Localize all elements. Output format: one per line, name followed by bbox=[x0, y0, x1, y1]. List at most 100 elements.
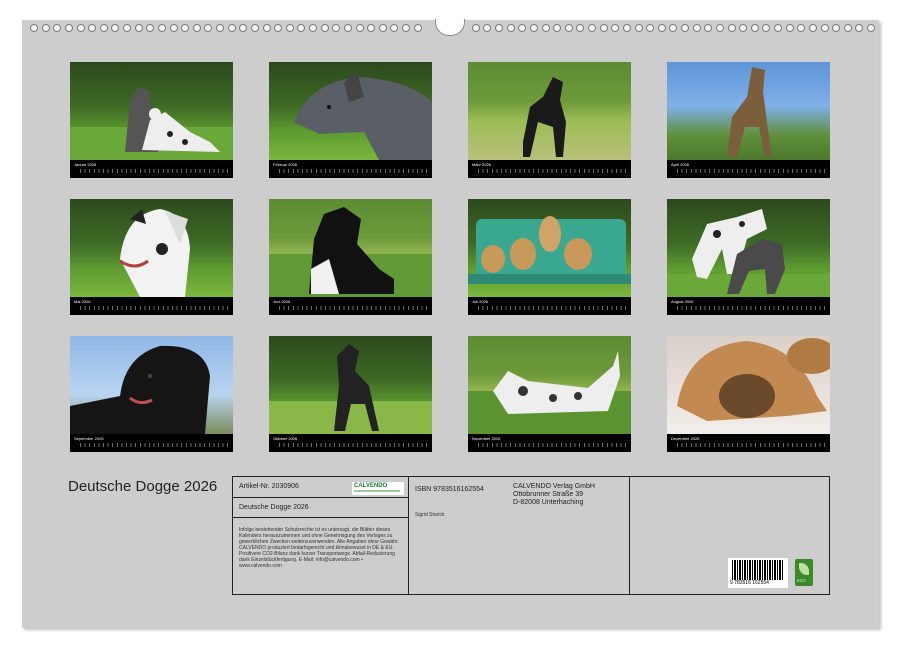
binding-ring bbox=[297, 24, 306, 32]
binding-ring bbox=[332, 24, 341, 32]
dog-photo bbox=[269, 62, 432, 160]
legal-text: Infolge bestehender Schutzrechte ist es … bbox=[239, 527, 399, 569]
day-strip bbox=[677, 169, 826, 173]
month-caption: Mai 2026 bbox=[74, 299, 91, 304]
dog-photo bbox=[70, 62, 233, 160]
binding-ring bbox=[704, 24, 713, 32]
month-caption: Juli 2026 bbox=[472, 299, 489, 304]
dog-photo bbox=[70, 336, 233, 434]
article-number: Artikel-Nr. 2030906 bbox=[239, 483, 299, 490]
info-box: Artikel-Nr. 2030906 CALVENDO Deutsche Do… bbox=[232, 476, 830, 595]
binding-ring bbox=[820, 24, 829, 32]
month-tile-9: September 2026 bbox=[70, 336, 233, 452]
binding-ring bbox=[146, 24, 155, 32]
binding-ring bbox=[169, 24, 178, 32]
binding-ring bbox=[390, 24, 399, 32]
binding-ring bbox=[343, 24, 352, 32]
name-row: Deutsche Dogge 2026 bbox=[233, 498, 408, 518]
day-strip bbox=[80, 169, 229, 173]
binding-ring bbox=[216, 24, 224, 32]
binding-ring bbox=[715, 24, 724, 32]
binding-ring bbox=[495, 24, 503, 32]
binding-ring bbox=[262, 24, 271, 32]
dog-photo bbox=[667, 62, 830, 160]
month-caption: Dezember 2026 bbox=[671, 436, 700, 441]
dog-photo bbox=[269, 336, 432, 434]
binding-ring bbox=[53, 24, 62, 32]
month-tile-1: Januar 2026 bbox=[70, 62, 233, 178]
binding-ring bbox=[111, 24, 120, 32]
binding-ring bbox=[588, 24, 596, 32]
day-strip bbox=[677, 306, 826, 310]
month-caption: November 2026 bbox=[472, 436, 501, 441]
binding-ring bbox=[529, 24, 538, 32]
day-strip bbox=[279, 169, 428, 173]
binding-ring bbox=[727, 24, 736, 32]
month-caption: April 2026 bbox=[671, 162, 690, 167]
month-tile-2: Februar 2026 bbox=[269, 62, 432, 178]
binding-ring bbox=[797, 24, 806, 32]
publisher-city: D-82008 Unterhaching bbox=[513, 499, 584, 506]
binding-ring bbox=[483, 24, 492, 32]
publisher-name: CALVENDO Verlag GmbH bbox=[513, 483, 595, 490]
month-caption: Oktober 2026 bbox=[273, 436, 298, 441]
binding-ring bbox=[762, 24, 771, 32]
binding-ring bbox=[867, 24, 875, 32]
binding-rings bbox=[30, 24, 875, 34]
month-caption: Januar 2026 bbox=[74, 162, 97, 167]
binding-ring bbox=[669, 24, 678, 32]
month-tile-3: März 2026 bbox=[468, 62, 631, 178]
binding-ring bbox=[599, 24, 608, 32]
binding-ring bbox=[41, 24, 50, 32]
binding-ring bbox=[553, 24, 562, 32]
binding-ring bbox=[657, 24, 666, 32]
month-caption: August 2026 bbox=[671, 299, 694, 304]
barcode-number: 9 783516 162554 bbox=[730, 580, 769, 586]
binding-ring bbox=[739, 24, 748, 32]
binding-ring bbox=[157, 24, 166, 32]
month-caption: Juni 2026 bbox=[273, 299, 291, 304]
binding-ring bbox=[355, 24, 364, 32]
binding-ring bbox=[611, 24, 620, 32]
eco-icon: ECO bbox=[795, 559, 813, 586]
binding-ring bbox=[564, 24, 573, 32]
month-tile-5: Mai 2026 bbox=[70, 199, 233, 315]
day-strip bbox=[279, 443, 428, 447]
binding-ring bbox=[123, 24, 131, 32]
dog-photo bbox=[667, 199, 830, 297]
day-strip bbox=[80, 306, 229, 310]
logo-text: CALVENDO bbox=[354, 483, 388, 489]
month-tile-6: Juni 2026 bbox=[269, 199, 432, 315]
binding-ring bbox=[204, 24, 213, 32]
binding-ring bbox=[181, 24, 190, 32]
info-column-article: Artikel-Nr. 2030906 CALVENDO Deutsche Do… bbox=[233, 477, 409, 594]
binding-ring bbox=[622, 24, 631, 32]
day-strip bbox=[478, 306, 627, 310]
month-caption: September 2026 bbox=[74, 436, 104, 441]
publisher-street: Ottobrunner Straße 39 bbox=[513, 491, 584, 498]
binding-ring bbox=[227, 24, 236, 32]
binding-ring bbox=[30, 24, 38, 32]
binding-ring bbox=[378, 24, 387, 32]
binding-ring bbox=[309, 24, 317, 32]
binding-ring bbox=[843, 24, 852, 32]
binding-ring bbox=[832, 24, 841, 32]
binding-ring bbox=[692, 24, 701, 32]
month-tile-11: November 2026 bbox=[468, 336, 631, 452]
month-tile-12: Dezember 2026 bbox=[667, 336, 830, 452]
binding-ring bbox=[239, 24, 248, 32]
dog-photo bbox=[269, 199, 432, 297]
publisher-address: CALVENDO Verlag GmbH Ottobrunner Straße … bbox=[513, 483, 595, 507]
dog-photo bbox=[667, 336, 830, 434]
binding-ring bbox=[134, 24, 143, 32]
binding-ring bbox=[855, 24, 864, 32]
author: Sigrid Starick bbox=[415, 512, 445, 518]
binding-ring bbox=[471, 24, 480, 32]
binding-ring bbox=[774, 24, 782, 32]
month-tile-10: Oktober 2026 bbox=[269, 336, 432, 452]
binding-ring bbox=[541, 24, 550, 32]
calendar-title: Deutsche Dogge 2026 bbox=[68, 478, 218, 495]
binding-ring bbox=[88, 24, 97, 32]
binding-ring bbox=[76, 24, 85, 32]
binding-ring bbox=[785, 24, 794, 32]
